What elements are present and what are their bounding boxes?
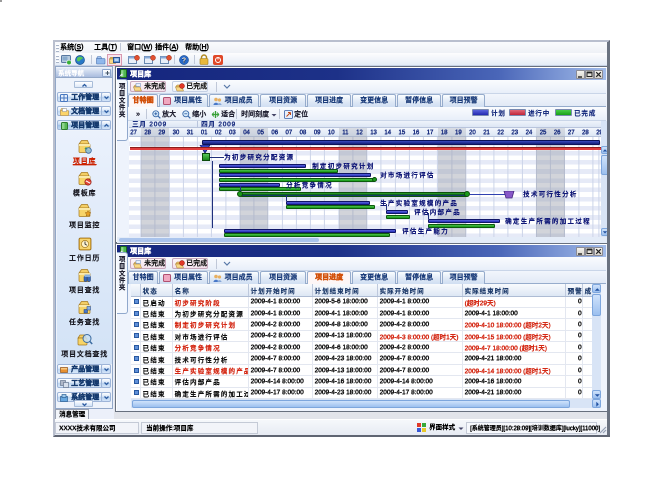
svg-text:?: ? <box>182 58 186 65</box>
